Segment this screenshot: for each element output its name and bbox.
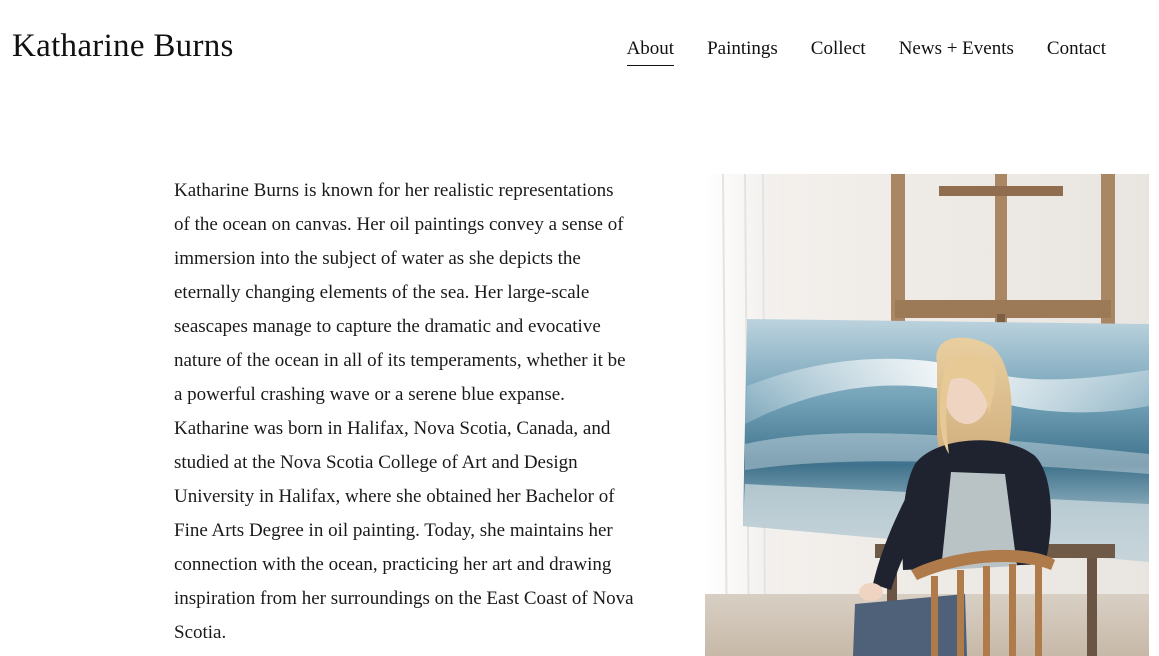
nav-item-about[interactable]: About (626, 38, 675, 66)
nav-item-contact[interactable]: Contact (1047, 38, 1106, 66)
artist-photo (705, 174, 1149, 656)
nav-item-paintings[interactable]: Paintings (707, 38, 778, 66)
main-nav: About Paintings Collect News + Events Co… (626, 38, 1106, 66)
artist-photo-illustration (705, 174, 1149, 656)
site-title-link[interactable]: Katharine Burns (12, 28, 234, 65)
page: Katharine Burns About Paintings Collect … (0, 0, 1159, 656)
nav-item-news-events[interactable]: News + Events (899, 38, 1014, 66)
bio-paragraph: Katharine Burns is known for her realist… (174, 180, 634, 643)
nav-item-collect[interactable]: Collect (811, 38, 866, 66)
